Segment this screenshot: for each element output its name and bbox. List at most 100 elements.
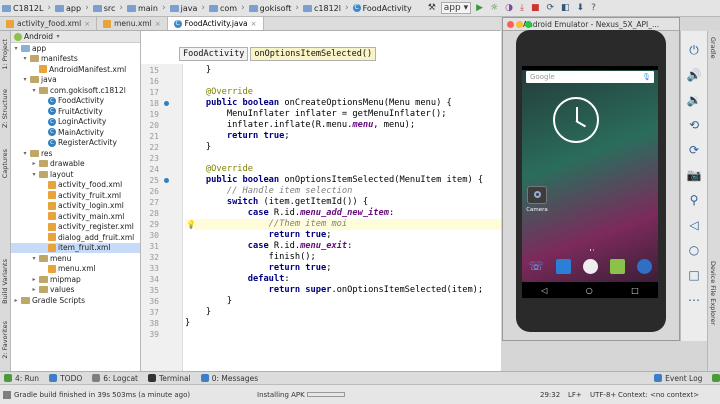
phone-app-icon[interactable]: ☏ (528, 258, 544, 274)
stop-icon[interactable]: ■ (529, 3, 542, 13)
editor-tab[interactable]: C FoodActivity.java × (167, 17, 264, 30)
overview-icon[interactable]: □ (685, 266, 703, 284)
rotate-left-icon[interactable]: ⟲ (685, 116, 703, 134)
line-separator[interactable]: LF+ (568, 391, 582, 399)
close-tab-icon[interactable]: × (84, 20, 90, 28)
close-tab-icon[interactable]: × (251, 20, 257, 28)
breadcrumb-item[interactable]: app (55, 4, 81, 13)
tool-window-button[interactable]: Gradle Console (712, 374, 720, 383)
left-tool-tab[interactable]: Build Variants (1, 259, 9, 304)
tree-item[interactable]: menu.xml (11, 264, 140, 275)
expand-arrow-icon[interactable]: ▾ (22, 55, 28, 62)
context-indicator[interactable]: Context: <no context> (618, 391, 699, 399)
screenshot-icon[interactable]: 📷 (685, 166, 703, 184)
close-tab-icon[interactable]: × (155, 20, 161, 28)
tree-item[interactable]: C FoodActivity (11, 96, 140, 107)
apply-changes-icon[interactable]: ⤓ (518, 3, 526, 13)
caret-position[interactable]: 29:32 (540, 391, 560, 399)
left-tool-tab[interactable]: 1: Project (1, 39, 9, 70)
more-icon[interactable]: ⋯ (685, 291, 703, 309)
hammer-icon[interactable]: ⚒ (426, 3, 438, 13)
expand-arrow-icon[interactable]: ▾ (13, 45, 19, 52)
back-nav-icon[interactable]: ◁ (541, 286, 547, 295)
lightbulb-icon[interactable]: 💡 (186, 219, 196, 230)
tree-item[interactable]: AndroidManifest.xml (11, 64, 140, 75)
breadcrumb-item[interactable]: main (126, 4, 158, 13)
tree-item[interactable]: ▾ com.gokisoft.c1812l (11, 85, 140, 96)
camera-app-icon[interactable] (527, 186, 547, 204)
maximize-window-icon[interactable] (525, 21, 532, 28)
volume-down-icon[interactable]: 🔉 (685, 91, 703, 109)
collapse-arrow-icon[interactable]: ▸ (13, 297, 19, 304)
override-marker-icon[interactable] (164, 101, 169, 106)
tree-item[interactable]: activity_fruit.xml (11, 190, 140, 201)
home-icon[interactable]: ○ (685, 241, 703, 259)
override-marker-icon[interactable] (164, 178, 169, 183)
sdk-manager-icon[interactable]: ⬇ (575, 3, 587, 13)
tree-item[interactable]: activity_main.xml (11, 211, 140, 222)
avd-manager-icon[interactable]: ◧ (559, 3, 572, 13)
tool-window-button[interactable]: 6: Logcat (92, 374, 138, 383)
tool-window-button[interactable]: 0: Messages (200, 374, 258, 383)
run-icon[interactable]: ▶ (474, 3, 485, 13)
tree-item[interactable]: ▸ Gradle Scripts (11, 295, 140, 306)
tree-item[interactable]: ▾ java (11, 75, 140, 86)
collapse-arrow-icon[interactable]: ▸ (31, 286, 37, 293)
project-view-selector[interactable]: Android ▾ (11, 31, 140, 43)
tree-item[interactable]: C MainActivity (11, 127, 140, 138)
expand-arrow-icon[interactable]: ▾ (31, 255, 37, 262)
tree-item[interactable]: ▾ res (11, 148, 140, 159)
tree-item[interactable]: ▸ values (11, 285, 140, 296)
tree-item[interactable]: dialog_add_fruit.xml (11, 232, 140, 243)
left-tool-tab[interactable]: 2: Favorites (1, 321, 9, 359)
minimize-window-icon[interactable] (516, 21, 523, 28)
help-icon[interactable]: ? (589, 3, 598, 13)
tool-window-button[interactable]: 4: Run (4, 374, 39, 383)
debug-icon[interactable]: ☼ (488, 3, 500, 13)
tree-item[interactable]: ▸ mipmap (11, 274, 140, 285)
tree-item[interactable]: ▸ drawable (11, 159, 140, 170)
tool-window-button[interactable]: Event Log (654, 374, 702, 383)
profile-icon[interactable]: ◑ (503, 3, 515, 13)
expand-arrow-icon[interactable]: ▾ (22, 150, 28, 157)
microphone-icon[interactable]: 🎙 (642, 71, 651, 83)
left-tool-tab[interactable]: Captures (1, 149, 9, 178)
tree-item[interactable]: ▾ layout (11, 169, 140, 180)
breadcrumb-item[interactable]: src (92, 4, 115, 13)
tree-item[interactable]: C FruitActivity (11, 106, 140, 117)
breadcrumb-item[interactable]: C FoodActivity (352, 4, 412, 13)
back-icon[interactable]: ◁ (685, 216, 703, 234)
tree-item[interactable]: C RegisterActivity (11, 138, 140, 149)
clock-widget[interactable] (553, 97, 599, 143)
browser-app-icon[interactable] (637, 259, 652, 274)
tool-window-button[interactable]: TODO (49, 374, 82, 383)
right-tool-tab[interactable]: Gradle (709, 37, 717, 59)
tool-window-button[interactable]: Terminal (148, 374, 191, 383)
expand-arrow-icon[interactable]: ▾ (22, 76, 28, 83)
close-window-icon[interactable] (507, 21, 514, 28)
breadcrumb-item[interactable]: c1812l (302, 4, 341, 13)
expand-arrow-icon[interactable]: ▾ (31, 171, 37, 178)
tree-item[interactable]: ▾ menu (11, 253, 140, 264)
tree-item[interactable]: ▾ manifests (11, 54, 140, 65)
breadcrumb-item[interactable]: C1812L (2, 4, 43, 13)
editor-tab[interactable]: menu.xml × (97, 17, 168, 30)
collapse-arrow-icon[interactable]: ▸ (31, 276, 37, 283)
editor-tab[interactable]: activity_food.xml × (0, 17, 98, 30)
sync-icon[interactable]: ⟳ (544, 3, 556, 13)
google-search-bar[interactable]: Google 🎙 (526, 71, 654, 83)
volume-up-icon[interactable]: 🔊 (685, 66, 703, 84)
hint-method[interactable]: onOptionsItemSelected() (250, 47, 377, 61)
run-config-select[interactable]: app ▾ (440, 2, 472, 14)
tree-item[interactable]: activity_login.xml (11, 201, 140, 212)
recents-nav-icon[interactable]: □ (631, 286, 639, 295)
app-drawer-icon[interactable] (583, 259, 598, 274)
rotate-right-icon[interactable]: ⟳ (685, 141, 703, 159)
tree-item[interactable]: activity_food.xml (11, 180, 140, 191)
messaging-app-icon[interactable] (610, 259, 625, 274)
breadcrumb-item[interactable]: java (169, 4, 197, 13)
zoom-icon[interactable]: ⚲ (685, 191, 703, 209)
hint-class[interactable]: FoodActivity (179, 47, 249, 61)
collapse-arrow-icon[interactable]: ▸ (31, 160, 37, 167)
home-nav-icon[interactable]: ○ (586, 286, 593, 295)
